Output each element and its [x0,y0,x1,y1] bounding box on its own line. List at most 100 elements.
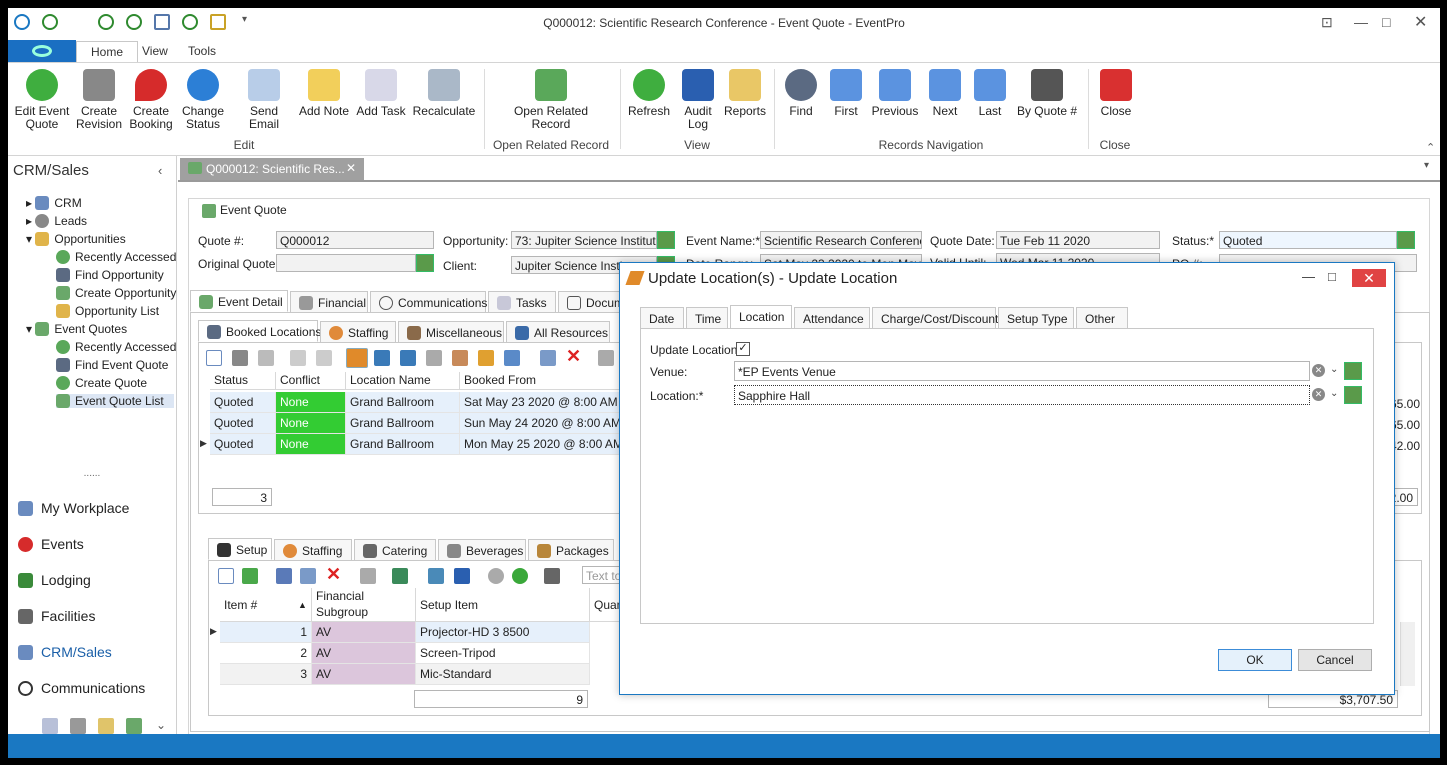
cell-subgroup[interactable]: AV [312,643,416,664]
cell-booked-from[interactable]: Sun May 24 2020 @ 8:00 AM [460,413,620,434]
cell-subgroup[interactable]: AV [312,664,416,685]
down-icon[interactable] [512,568,528,584]
cell-booked-from[interactable]: Mon May 25 2020 @ 8:00 AM [460,434,620,455]
nav-pane-crm-sales[interactable]: CRM/Sales [18,644,112,660]
note-icon[interactable] [98,718,114,734]
copy-to-icon[interactable] [392,568,408,584]
maximize-button[interactable]: □ [1382,14,1390,30]
col-booked-from[interactable]: Booked From [460,372,620,390]
col-status[interactable]: Status [210,372,276,390]
add-items-icon[interactable] [242,568,258,584]
nav-splitter[interactable]: ...... [8,469,176,480]
location-field[interactable]: Sapphire Hall [734,385,1310,405]
last-button[interactable]: Last [972,69,1008,118]
cell-setup-item[interactable]: Projector-HD 3 8500 [416,622,590,643]
dialog-tab-time[interactable]: Time [686,307,728,329]
tab-all-resources[interactable]: All Resources [506,321,610,343]
nav-pane-my-workplace[interactable]: My Workplace [18,500,129,516]
cell-conflict[interactable]: None [276,392,346,413]
hands-icon[interactable] [452,350,468,366]
add-task-button[interactable]: Add Task [356,69,406,118]
quote-number-field[interactable]: Q000012 [276,231,434,249]
cell-location[interactable]: Grand Ballroom [346,392,460,413]
tree-item-recently-accessed-quotes[interactable]: Recently Accessed [56,340,176,354]
chevron-down-icon[interactable]: ⌄ [1330,388,1338,399]
cell-status[interactable]: Quoted [210,392,276,413]
dialog-tab-location[interactable]: Location [730,305,792,329]
tab-packages[interactable]: Packages [528,539,614,561]
next-button[interactable]: Next [926,69,964,118]
edit-event-quote-button[interactable]: Edit Event Quote [12,69,72,131]
dialog-close-button[interactable]: ✕ [1352,269,1386,287]
dialog-tab-attendance[interactable]: Attendance [794,307,870,329]
open-related-record-button[interactable]: Open Related Record [508,69,594,131]
tree-item-recently-accessed[interactable]: Recently Accessed [56,250,176,264]
dialog-tab-other[interactable]: Other [1076,307,1128,329]
edit-icon[interactable] [276,568,292,584]
tree-item-find-event-quote[interactable]: Find Event Quote [56,358,168,372]
by-quote-button[interactable]: By Quote # [1014,69,1080,118]
tree-item-opportunity-list[interactable]: Opportunity List [56,304,159,318]
cell-status[interactable]: Quoted [210,434,276,455]
tab-beverages[interactable]: Beverages [438,539,526,561]
add-location-icon[interactable] [374,350,390,366]
copy-icon[interactable] [232,350,248,366]
tree-item-create-quote[interactable]: Create Quote [56,376,147,390]
tab-miscellaneous[interactable]: Miscellaneous [398,321,504,343]
original-quote-field[interactable] [276,254,416,272]
lookup-button[interactable] [657,231,675,249]
tree-item-crm[interactable]: ▸ CRM [26,196,82,210]
grid-icon[interactable] [540,350,556,366]
lookup-button[interactable] [416,254,434,272]
opportunity-field[interactable]: 73: Jupiter Science Institute [511,231,657,249]
quote-date-field[interactable]: Tue Feb 11 2020 [996,231,1160,249]
cell-location[interactable]: Grand Ballroom [346,413,460,434]
tag-icon[interactable] [478,350,494,366]
tab-financial[interactable]: Financial [290,291,368,313]
new-icon[interactable] [206,350,222,366]
cell-conflict[interactable]: None [276,434,346,455]
vertical-scrollbar[interactable] [1400,622,1415,686]
up-icon[interactable] [488,568,504,584]
task-icon[interactable] [42,718,58,734]
recalculate-button[interactable]: Recalculate [412,69,476,118]
tab-setup[interactable]: Setup [208,538,272,560]
calculator-icon[interactable] [70,718,86,734]
edit-icon[interactable] [346,348,368,368]
change-status-button[interactable]: Change Status [180,69,226,131]
reports-button[interactable]: Reports [722,69,768,118]
tree-item-create-opportunity[interactable]: Create Opportunity [56,286,176,300]
collapse-ribbon-icon[interactable]: ⌃ [1426,141,1435,154]
tab-setup-staffing[interactable]: Staffing [274,539,352,561]
event-name-field[interactable]: Scientific Research Conference [760,231,922,249]
tree-item-leads[interactable]: ▸ Leads [26,214,87,228]
dialog-minimize-button[interactable]: — [1302,269,1315,284]
first-button[interactable]: First [828,69,864,118]
tab-communications[interactable]: Communications [370,291,487,313]
tab-documents[interactable]: Docum [558,291,624,313]
remove-location-icon[interactable] [426,350,442,366]
ok-button[interactable]: OK [1218,649,1292,671]
dialog-maximize-button[interactable]: □ [1328,269,1336,284]
find-button[interactable]: Find [784,69,818,118]
send-email-button[interactable]: Send Email [236,69,292,131]
setup-search-input[interactable]: Text to [582,566,622,584]
restore-ribbon-icon[interactable]: ⊡ [1321,14,1333,31]
collapse-nav-icon[interactable]: ‹ [158,163,162,178]
cell-booked-from[interactable]: Sat May 23 2020 @ 8:00 AM [460,392,620,413]
undo-icon[interactable] [316,350,332,366]
nav-pane-communications[interactable]: Communications [18,680,145,696]
tree-item-find-opportunity[interactable]: Find Opportunity [56,268,164,282]
update-location-checkbox[interactable]: ✓ [736,342,750,356]
nav-pane-facilities[interactable]: Facilities [18,608,95,624]
lookup-button[interactable] [1397,231,1415,249]
tab-catering[interactable]: Catering [354,539,436,561]
create-booking-button[interactable]: Create Booking [126,69,176,131]
tab-tasks[interactable]: Tasks [488,291,556,313]
col-conflict[interactable]: Conflict [276,372,346,390]
dialog-tab-date[interactable]: Date [640,307,684,329]
save-icon[interactable] [290,350,306,366]
dialog-tab-setup-type[interactable]: Setup Type [998,307,1074,329]
cell-setup-item[interactable]: Mic-Standard [416,664,590,685]
tree-item-event-quotes[interactable]: ▾ Event Quotes [26,322,127,336]
